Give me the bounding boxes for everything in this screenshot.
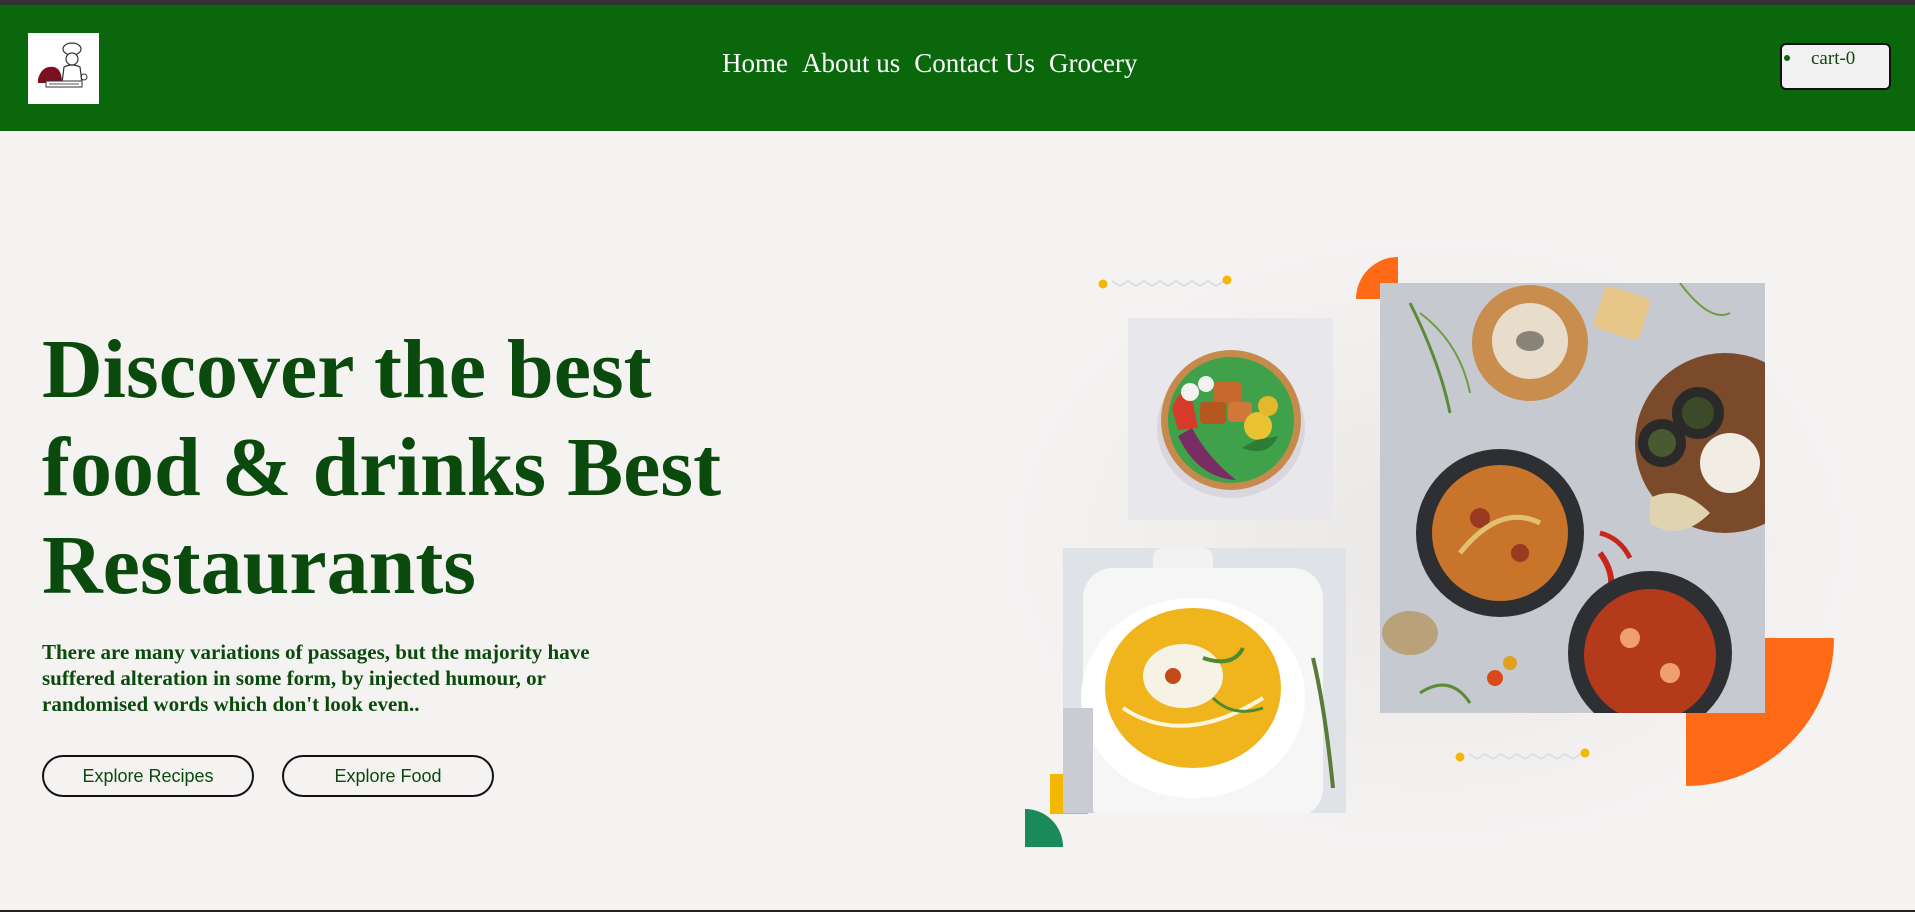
nav-home-link[interactable]: Home <box>722 50 788 77</box>
cart-button[interactable]: cart-0 <box>1780 43 1891 90</box>
zigzag-decoration-top <box>1098 275 1232 289</box>
nav-contact-link[interactable]: Contact Us <box>914 50 1035 77</box>
green-quarter-shape <box>1025 809 1063 847</box>
navbar: Home About us Contact Us Grocery cart-0 <box>0 5 1915 131</box>
hero-title: Discover the best food & drinks Best Res… <box>42 323 722 612</box>
hero-section: Discover the best food & drinks Best Res… <box>0 131 1915 910</box>
zigzag-decoration-bottom <box>1455 748 1590 762</box>
nav-about-link[interactable]: About us <box>802 50 900 77</box>
food-spread-photo <box>1380 283 1765 713</box>
logo[interactable] <box>28 33 99 104</box>
hero-description: There are many variations of passages, b… <box>42 640 590 716</box>
soup-bowl-photo <box>1063 548 1346 813</box>
explore-food-button[interactable]: Explore Food <box>282 755 494 797</box>
explore-recipes-button[interactable]: Explore Recipes <box>42 755 254 797</box>
nav-grocery-link[interactable]: Grocery <box>1049 50 1137 77</box>
salad-bowl-photo <box>1128 318 1333 520</box>
chef-logo-icon <box>37 41 87 87</box>
main-nav: Home About us Contact Us Grocery <box>722 50 1137 77</box>
cart-label: cart-0 <box>1811 48 1856 69</box>
cart-dot-icon <box>1784 55 1790 61</box>
